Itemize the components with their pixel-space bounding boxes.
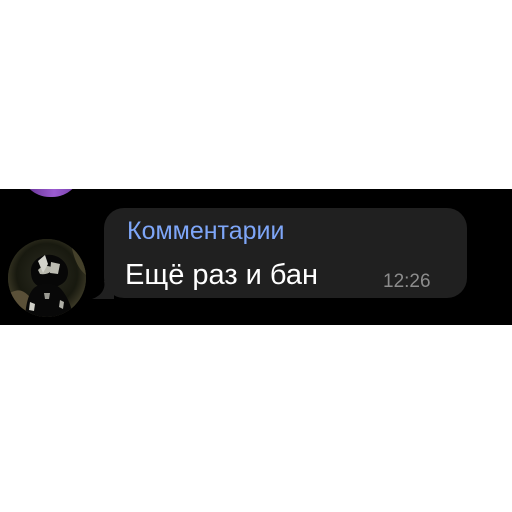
message-text: Ещё раз и бан xyxy=(125,259,319,291)
sender-avatar[interactable] xyxy=(8,239,86,317)
user-photo-avatar-icon xyxy=(8,239,86,317)
message-bubble[interactable]: Комментарии Ещё раз и бан 12:26 xyxy=(104,208,467,298)
message-time: 12:26 xyxy=(383,271,431,292)
chat-message-area: Комментарии Ещё раз и бан 12:26 xyxy=(0,189,512,325)
previous-avatar-fragment xyxy=(20,189,82,197)
sender-name[interactable]: Комментарии xyxy=(127,216,284,246)
